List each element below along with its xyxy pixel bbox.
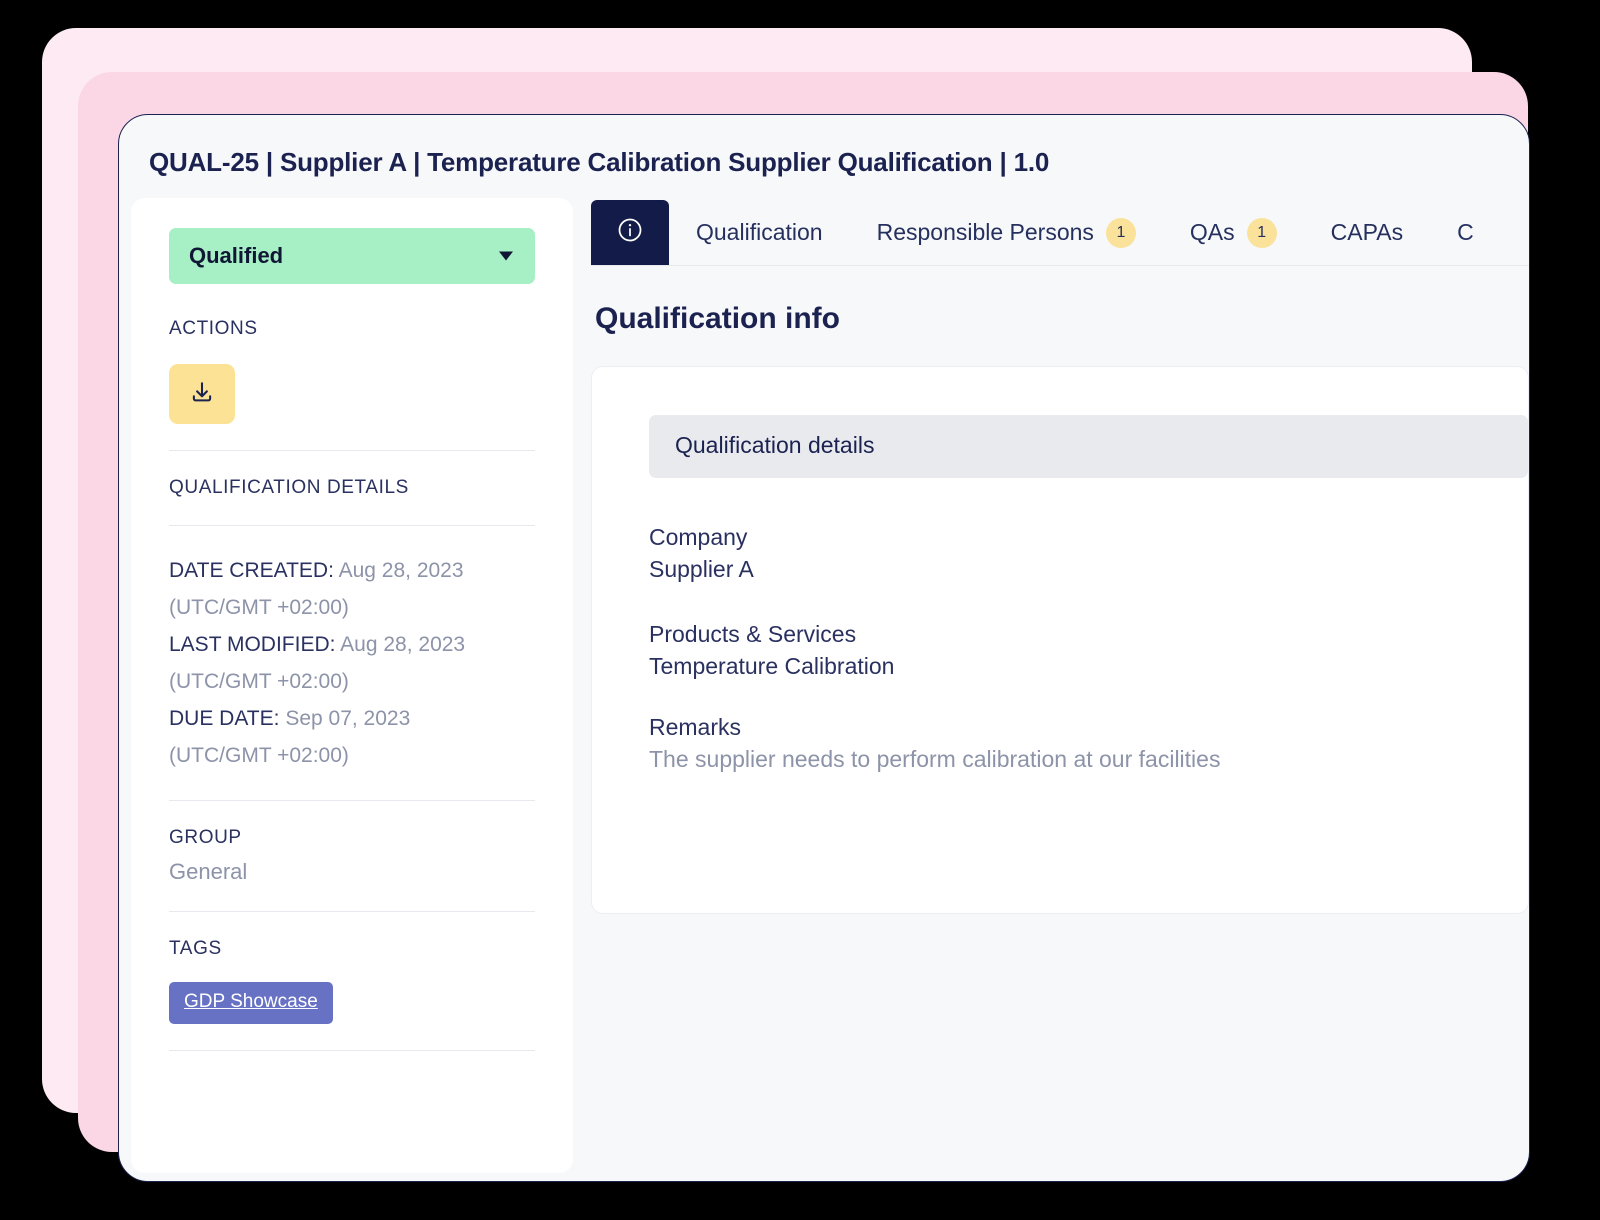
tab-responsible-persons[interactable]: Responsible Persons 1 [850, 200, 1163, 265]
spacer [592, 583, 1528, 621]
group-label: GROUP [169, 827, 535, 849]
field-remarks: Remarks The supplier needs to perform ca… [592, 714, 1528, 773]
divider [169, 1050, 535, 1051]
meta-key: LAST MODIFIED: [169, 633, 335, 656]
qualification-details-section-title: QUALIFICATION DETAILS [169, 477, 535, 499]
field-label: Remarks [649, 714, 1528, 741]
tab-capas[interactable]: CAPAs [1304, 200, 1430, 265]
divider [169, 525, 535, 526]
meta-row-date-created: DATE CREATED: Aug 28, 2023 (UTC/GMT +02:… [169, 552, 535, 626]
main-heading: Qualification info [591, 266, 1529, 366]
meta-timezone: (UTC/GMT +02:00) [169, 596, 349, 619]
download-icon [189, 380, 215, 409]
field-company: Company Supplier A [592, 478, 1528, 583]
tab-qualification[interactable]: Qualification [669, 200, 850, 265]
tab-label: Responsible Persons [877, 219, 1094, 246]
meta-timezone: (UTC/GMT +02:00) [169, 744, 349, 767]
tab-qas[interactable]: QAs 1 [1163, 200, 1304, 265]
tab-truncated[interactable]: C [1430, 200, 1501, 265]
divider [169, 450, 535, 451]
spacer [592, 680, 1528, 714]
info-icon [615, 215, 645, 250]
download-button[interactable] [169, 364, 235, 424]
meta-key: DUE DATE: [169, 707, 279, 730]
screenshot-stage: QUAL-25 | Supplier A | Temperature Calib… [0, 0, 1600, 1220]
tab-badge: 1 [1247, 218, 1277, 248]
tab-info[interactable] [591, 200, 669, 265]
qualification-meta-list: DATE CREATED: Aug 28, 2023 (UTC/GMT +02:… [169, 552, 535, 774]
tab-label: C [1457, 219, 1474, 246]
field-value: Temperature Calibration [649, 653, 1528, 680]
tag-chip[interactable]: GDP Showcase [169, 982, 333, 1024]
meta-row-last-modified: LAST MODIFIED: Aug 28, 2023 (UTC/GMT +02… [169, 626, 535, 700]
main-content: Qualification Responsible Persons 1 QAs … [573, 200, 1529, 914]
meta-value: Sep 07, 2023 [285, 707, 410, 730]
qualification-info-card: Qualification details Company Supplier A… [591, 366, 1529, 914]
tab-label: Qualification [696, 219, 823, 246]
field-products-services: Products & Services Temperature Calibrat… [592, 621, 1528, 680]
meta-value: Aug 28, 2023 [340, 633, 465, 656]
tab-label: QAs [1190, 219, 1235, 246]
divider [169, 911, 535, 912]
field-value: The supplier needs to perform calibratio… [649, 746, 1528, 773]
tab-bar: Qualification Responsible Persons 1 QAs … [591, 200, 1529, 266]
field-label: Company [649, 524, 1528, 551]
chevron-down-icon [499, 252, 513, 261]
meta-key: DATE CREATED: [169, 559, 334, 582]
app-body: Qualified ACTIONS QUALIFICATION DETAILS [119, 178, 1529, 1146]
tab-label: CAPAs [1331, 219, 1403, 246]
meta-value: Aug 28, 2023 [339, 559, 464, 582]
status-dropdown-value: Qualified [189, 243, 283, 269]
page-title: QUAL-25 | Supplier A | Temperature Calib… [119, 115, 1529, 178]
status-dropdown[interactable]: Qualified [169, 228, 535, 284]
qualification-details-header: Qualification details [649, 415, 1528, 478]
divider [169, 800, 535, 801]
meta-row-due-date: DUE DATE: Sep 07, 2023 (UTC/GMT +02:00) [169, 700, 535, 774]
sidebar-panel: Qualified ACTIONS QUALIFICATION DETAILS [131, 198, 573, 1173]
field-label: Products & Services [649, 621, 1528, 648]
actions-section-title: ACTIONS [169, 318, 535, 340]
group-value: General [169, 859, 535, 885]
meta-timezone: (UTC/GMT +02:00) [169, 670, 349, 693]
tab-badge: 1 [1106, 218, 1136, 248]
field-value: Supplier A [649, 556, 1528, 583]
application-card: QUAL-25 | Supplier A | Temperature Calib… [118, 114, 1530, 1182]
tags-label: TAGS [169, 938, 535, 960]
